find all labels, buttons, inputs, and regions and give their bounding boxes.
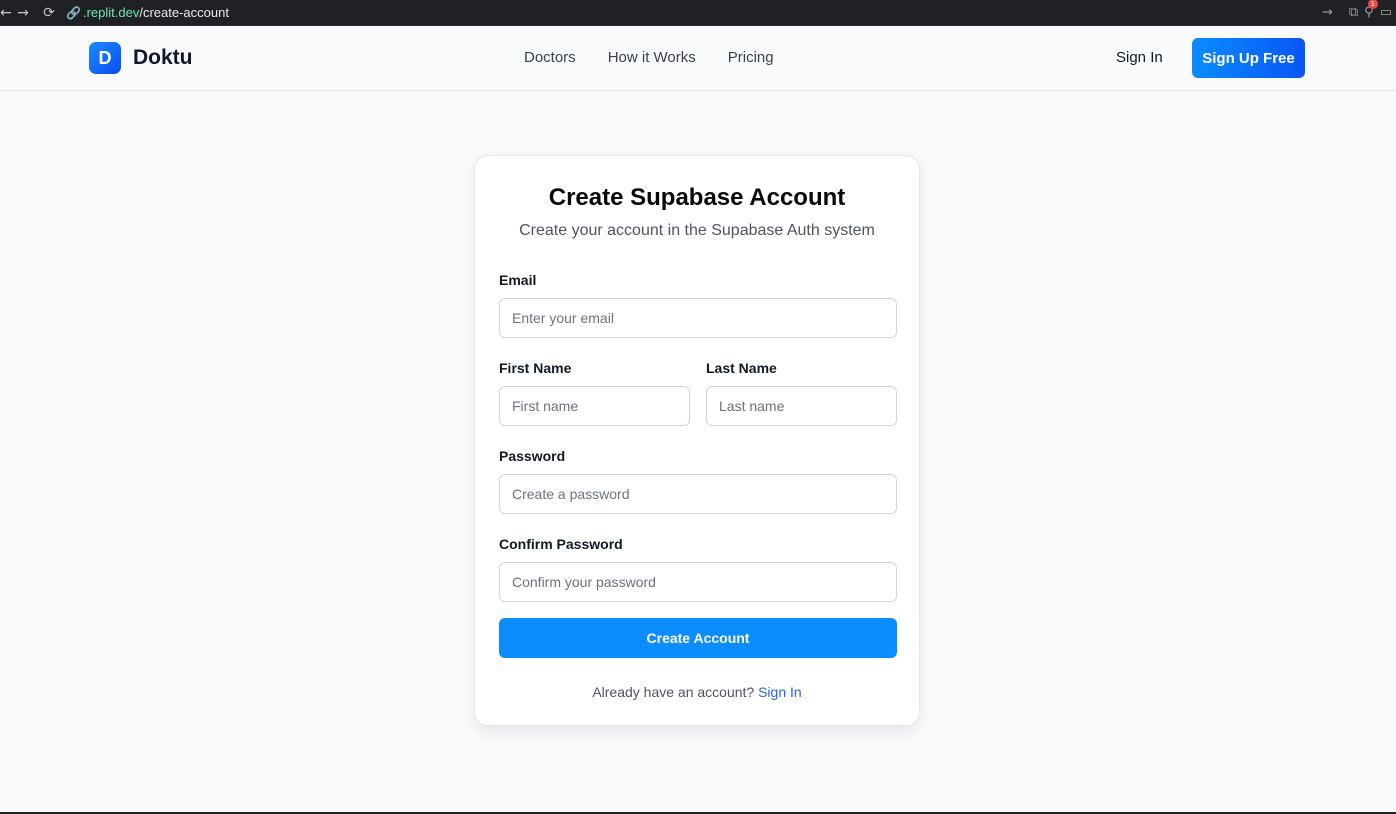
link-icon: 🔗 <box>66 5 81 20</box>
address-bar[interactable]: 🔗 .replit.dev /create-account <box>66 3 229 23</box>
forward-icon[interactable]: → <box>10 3 36 23</box>
toolbar-right: → ⧉ ⚲ 1 ▭ <box>1322 0 1396 20</box>
sign-in-link[interactable]: Sign In <box>758 684 802 700</box>
window-icon[interactable]: ▭ <box>1380 5 1392 20</box>
first-name-label: First Name <box>499 360 572 376</box>
nav-how-it-works[interactable]: How it Works <box>608 49 696 66</box>
email-field[interactable] <box>499 298 897 338</box>
page-subtitle: Create your account in the Supabase Auth… <box>519 222 875 239</box>
password-field[interactable] <box>499 474 897 514</box>
last-name-field[interactable] <box>706 386 897 426</box>
create-account-card: Create Supabase Account Create your acco… <box>474 155 920 726</box>
confirm-password-field[interactable] <box>499 562 897 602</box>
first-name-field[interactable] <box>499 386 690 426</box>
reload-icon[interactable]: ⟳ <box>36 3 62 23</box>
password-label: Password <box>499 448 566 464</box>
header-sign-in-link[interactable]: Sign In <box>1116 49 1163 66</box>
main-nav: Doctors How it Works Pricing <box>524 49 774 66</box>
sign-in-prompt: Already have an account? Sign In <box>475 684 919 700</box>
logo-mark: D <box>89 42 121 74</box>
last-name-label: Last Name <box>706 360 777 376</box>
logo[interactable]: D Doktu <box>89 42 193 74</box>
brand-name: Doktu <box>133 46 193 69</box>
url-path: /create-account <box>139 5 229 20</box>
site-header: D Doktu Doctors How it Works Pricing Sig… <box>0 26 1396 91</box>
extension-icon[interactable]: ⚲ 1 <box>1364 0 1378 20</box>
go-icon[interactable]: → <box>1322 5 1333 20</box>
back-icon[interactable]: ← <box>0 3 12 23</box>
sign-up-button[interactable]: Sign Up Free <box>1192 38 1305 78</box>
page-title: Create Supabase Account <box>548 184 846 211</box>
cast-icon[interactable]: ⧉ <box>1349 5 1358 20</box>
nav-doctors[interactable]: Doctors <box>524 49 576 66</box>
nav-pricing[interactable]: Pricing <box>728 49 774 66</box>
browser-toolbar: ← → ⟳ 🔗 .replit.dev /create-account → ⧉ … <box>0 0 1396 26</box>
confirm-password-label: Confirm Password <box>499 536 623 552</box>
extension-badge: 1 <box>1367 0 1378 9</box>
url-host: .replit.dev <box>82 5 140 20</box>
create-account-button[interactable]: Create Account <box>499 618 897 658</box>
email-label: Email <box>499 272 537 288</box>
sign-in-prompt-text: Already have an account? <box>592 684 755 700</box>
